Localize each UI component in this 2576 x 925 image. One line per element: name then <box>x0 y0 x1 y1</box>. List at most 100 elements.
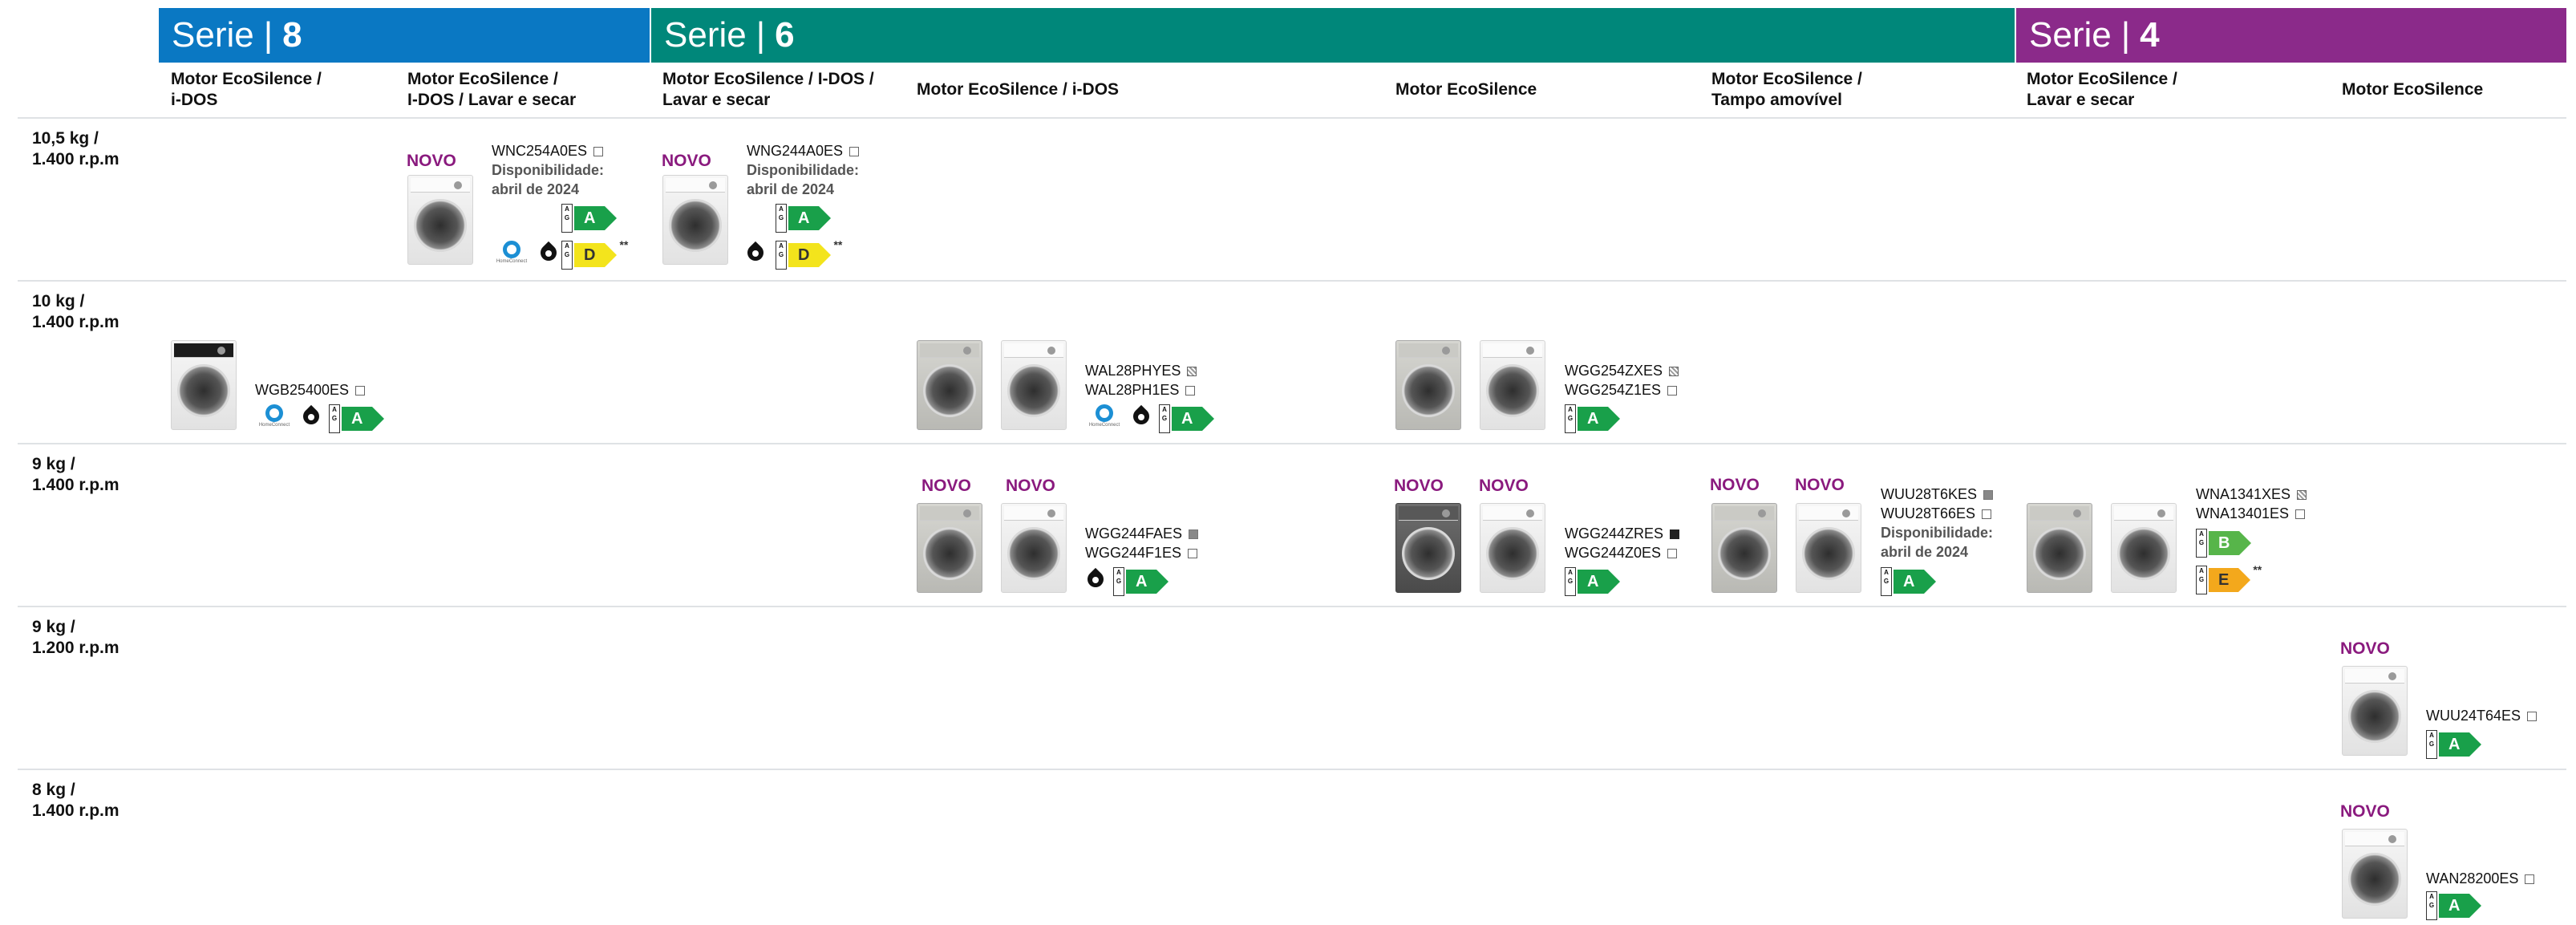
washer-image[interactable] <box>1480 340 1545 430</box>
column-header-1: Motor EcoSilence / i-DOS <box>171 69 322 111</box>
energy-label-drying: A G E ** <box>2196 563 2262 594</box>
color-swatch-icon <box>2295 509 2306 519</box>
model-code[interactable]: WGG254ZXES <box>1565 361 1679 380</box>
color-swatch-icon <box>1185 386 1196 396</box>
model-code-text: WGG244Z0ES <box>1565 545 1662 561</box>
washer-image[interactable] <box>1001 340 1067 430</box>
energy-class: A <box>1126 570 1170 594</box>
footnote-mark: * <box>619 201 624 214</box>
energy-scale-icon: A G <box>1881 567 1892 596</box>
model-code[interactable]: WUU28T6KES <box>1881 485 1994 504</box>
availability-note: Disponibilidade: abril de 2024 <box>1881 523 1993 562</box>
model-code-text: WUU28T66ES <box>1881 505 1976 521</box>
color-swatch-icon <box>355 386 366 396</box>
energy-class: D ** <box>788 238 842 267</box>
energy-class: A <box>1172 407 1216 431</box>
color-swatch-icon <box>1187 367 1197 376</box>
model-code-text: WAN28200ES <box>2426 870 2519 886</box>
model-code[interactable]: WGG244FAES <box>1085 524 1199 543</box>
model-code-text: WNA1341XES <box>2196 486 2291 502</box>
row-label-1: 10,5 kg / 1.400 r.p.m <box>32 128 119 170</box>
idos-drop-icon <box>299 404 323 428</box>
availability-line: abril de 2024 <box>1881 544 1969 560</box>
washer-image[interactable] <box>2111 503 2177 593</box>
energy-scale-icon: A G <box>2426 730 2437 759</box>
divider <box>18 280 2566 282</box>
model-code[interactable]: WAL28PH1ES <box>1085 380 1196 400</box>
column-header-line: Lavar e secar <box>2027 91 2135 109</box>
serie-number: 6 <box>775 15 795 55</box>
energy-class-text: A <box>798 209 810 227</box>
energy-scale-icon: A G <box>2426 891 2437 920</box>
washer-image[interactable] <box>2342 666 2408 756</box>
column-header-line: Tampo amovível <box>1711 91 1842 109</box>
washer-image[interactable] <box>407 175 473 265</box>
model-code-text: WNG244A0ES <box>747 143 844 159</box>
home-connect-text: HomeConnect <box>496 259 528 264</box>
model-code[interactable]: WNG244A0ES <box>747 141 860 160</box>
footnote-mark: * <box>2254 526 2258 539</box>
model-code[interactable]: WGG244ZRES <box>1565 524 1680 543</box>
energy-scale-icon: A G <box>1113 567 1124 596</box>
model-code[interactable]: WGG244Z0ES <box>1565 543 1678 562</box>
washer-image[interactable] <box>917 340 982 430</box>
energy-class-text: D <box>798 245 810 264</box>
color-swatch-icon <box>1670 529 1680 539</box>
idos-drop-icon <box>537 241 561 265</box>
energy-class: E ** <box>2209 563 2262 592</box>
model-code[interactable]: WUU24T64ES <box>2426 706 2538 725</box>
row-label-4: 9 kg / 1.200 r.p.m <box>32 617 119 659</box>
washer-image[interactable] <box>1395 503 1461 593</box>
washer-image[interactable] <box>2027 503 2092 593</box>
energy-scale-icon: A G <box>1159 404 1170 433</box>
washer-image[interactable] <box>2342 829 2408 919</box>
energy-label-washing: A GA <box>2426 891 2483 920</box>
washer-image[interactable] <box>171 340 237 430</box>
color-swatch-icon <box>1189 529 1199 539</box>
washer-image[interactable] <box>1796 503 1861 593</box>
model-code[interactable]: WAL28PHYES <box>1085 361 1197 380</box>
row-label-5: 8 kg / 1.400 r.p.m <box>32 780 119 822</box>
model-code[interactable]: WNA13401ES <box>2196 504 2306 523</box>
energy-class: D ** <box>574 238 628 267</box>
column-header-line: i-DOS <box>171 91 218 109</box>
color-swatch-icon <box>2525 874 2535 884</box>
color-swatch-icon <box>593 147 604 156</box>
column-header-8: Motor EcoSilence <box>2342 79 2483 100</box>
row-label-line: 10,5 kg / <box>32 129 99 148</box>
model-code[interactable]: WUU28T66ES <box>1881 504 1992 523</box>
column-header-line: I-DOS / Lavar e secar <box>407 91 577 109</box>
column-header-line: Lavar e secar <box>662 91 771 109</box>
washer-image[interactable] <box>1001 503 1067 593</box>
availability-note: Disponibilidade: abril de 2024 <box>492 160 604 199</box>
washer-image[interactable] <box>1395 340 1461 430</box>
model-code-text: WUU28T6KES <box>1881 486 1978 502</box>
washer-image[interactable] <box>917 503 982 593</box>
column-header-line: Motor EcoSilence / I-DOS / <box>662 70 874 88</box>
model-code[interactable]: WGB25400ES <box>255 380 366 400</box>
model-code[interactable]: WAN28200ES <box>2426 869 2535 888</box>
energy-scale-icon: A G <box>1565 567 1576 596</box>
availability-line: Disponibilidade: <box>747 162 860 178</box>
model-code[interactable]: WGG244F1ES <box>1085 543 1198 562</box>
column-header-line: Motor EcoSilence <box>1395 80 1537 99</box>
energy-label-washing: A GA <box>1113 567 1170 596</box>
energy-class: A <box>2439 732 2483 757</box>
availability-line: abril de 2024 <box>492 181 580 197</box>
column-header-6: Motor EcoSilence / Tampo amovível <box>1711 69 1862 111</box>
footnote-mark: ** <box>619 238 629 251</box>
energy-class-text: A <box>1903 572 1915 590</box>
model-code-text: WNC254A0ES <box>492 143 588 159</box>
model-code[interactable]: WNA1341XES <box>2196 485 2307 504</box>
washer-image[interactable] <box>1480 503 1545 593</box>
washer-image[interactable] <box>662 175 728 265</box>
column-header-line: Motor EcoSilence <box>2342 80 2484 99</box>
novo-badge: NOVO <box>2340 639 2390 658</box>
model-code[interactable]: WGG254Z1ES <box>1565 380 1678 400</box>
idos-drop-icon <box>743 241 768 265</box>
energy-label-washing: A GA <box>1565 567 1622 596</box>
model-code[interactable]: WNC254A0ES <box>492 141 604 160</box>
energy-label-washing: A G A * <box>776 201 838 233</box>
washer-image[interactable] <box>1711 503 1777 593</box>
serie-4-bar: Serie | 4 <box>2016 8 2566 63</box>
